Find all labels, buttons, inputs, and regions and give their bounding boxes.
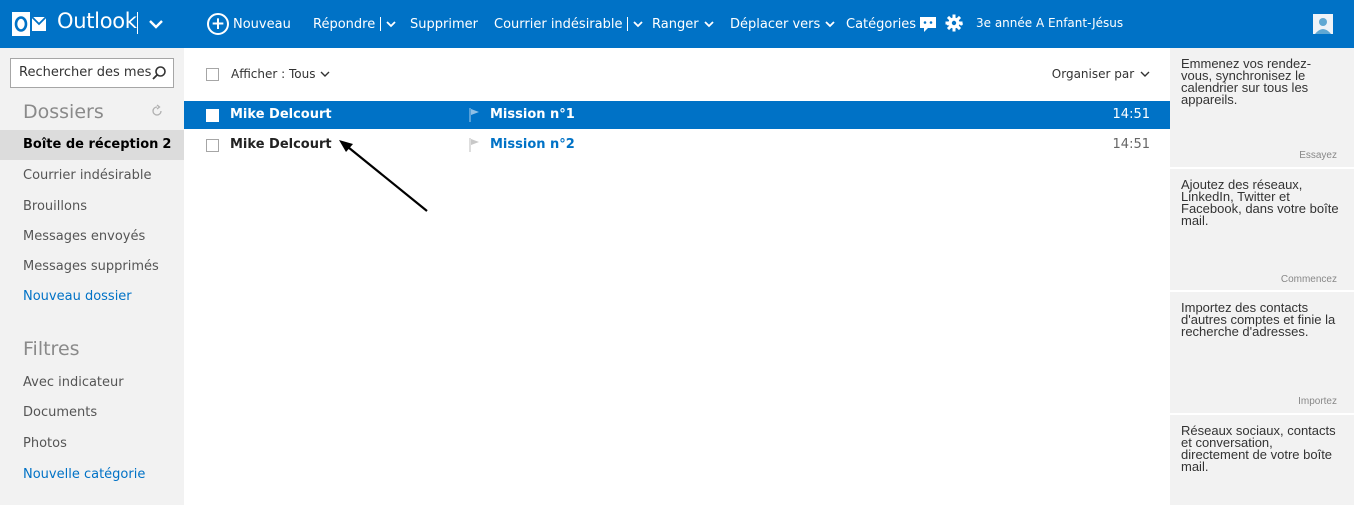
reply-separator bbox=[380, 17, 382, 31]
ad-card: Réseaux sociaux, contacts et conversatio… bbox=[1170, 415, 1354, 505]
sweep-button[interactable]: Ranger bbox=[652, 0, 714, 48]
filter-flagged[interactable]: Avec indicateur bbox=[0, 368, 184, 398]
new-folder-label: Nouveau dossier bbox=[23, 289, 132, 304]
folder-inbox[interactable]: Boîte de réception 2 bbox=[0, 130, 184, 160]
flag-icon[interactable] bbox=[468, 137, 482, 153]
message-checkbox[interactable] bbox=[206, 109, 219, 122]
filters-heading: Filtres bbox=[23, 338, 80, 360]
ad-card: Ajoutez des réseaux, LinkedIn, Twitter e… bbox=[1170, 169, 1354, 288]
avatar-icon[interactable] bbox=[1313, 14, 1333, 34]
message-sender: Mike Delcourt bbox=[230, 137, 332, 152]
ad-text: Emmenez vos rendez-vous, synchronisez le… bbox=[1181, 56, 1312, 107]
junk-button[interactable]: Courrier indésirable bbox=[494, 0, 644, 48]
search-placeholder: Rechercher des mes bbox=[19, 65, 152, 80]
folder-drafts[interactable]: Brouillons bbox=[0, 192, 184, 222]
refresh-icon[interactable] bbox=[150, 104, 164, 118]
search-icon[interactable] bbox=[151, 65, 167, 81]
organize-label: Organiser par bbox=[1051, 67, 1135, 81]
app-name: Outlook bbox=[57, 9, 137, 33]
chevron-down-icon bbox=[703, 21, 714, 28]
plus-circle-icon: + bbox=[207, 13, 229, 35]
delete-button[interactable]: Supprimer bbox=[410, 0, 478, 48]
ad-pane: Emmenez vos rendez-vous, synchronisez le… bbox=[1170, 48, 1354, 505]
message-sender: Mike Delcourt bbox=[230, 107, 332, 122]
message-checkbox[interactable] bbox=[206, 139, 219, 152]
delete-label: Supprimer bbox=[410, 16, 478, 32]
ad-link[interactable]: Essayez bbox=[1299, 150, 1337, 161]
filter-documents[interactable]: Documents bbox=[0, 398, 184, 428]
brand-separator bbox=[137, 12, 138, 34]
chevron-down-icon[interactable] bbox=[145, 13, 167, 35]
settings-gear-icon[interactable] bbox=[945, 14, 963, 32]
folder-sidebar: Rechercher des mes Dossiers Boîte de réc… bbox=[0, 48, 184, 505]
new-folder-link[interactable]: Nouveau dossier bbox=[0, 282, 184, 312]
filter-label: Photos bbox=[23, 436, 67, 451]
folder-sent[interactable]: Messages envoyés bbox=[0, 222, 184, 252]
folder-label: Courrier indésirable bbox=[23, 168, 152, 183]
ad-card: Emmenez vos rendez-vous, synchronisez le… bbox=[1170, 48, 1354, 165]
ad-text: Ajoutez des réseaux, LinkedIn, Twitter e… bbox=[1181, 177, 1339, 228]
folders-heading: Dossiers bbox=[23, 101, 104, 123]
ad-text: Importez des contacts d'autres comptes e… bbox=[1181, 300, 1336, 339]
user-name[interactable]: 3e année A Enfant-Jésus bbox=[976, 16, 1123, 30]
message-row[interactable]: Mike Delcourt Mission n°2 14:51 bbox=[184, 131, 1170, 159]
flag-icon[interactable] bbox=[468, 107, 482, 123]
message-subject: Mission n°1 bbox=[490, 107, 575, 122]
new-category-link[interactable]: Nouvelle catégorie bbox=[0, 460, 184, 490]
filter-label: Afficher : Tous bbox=[231, 67, 316, 81]
outlook-logo-icon bbox=[12, 12, 46, 36]
sweep-label: Ranger bbox=[652, 16, 699, 32]
junk-label: Courrier indésirable bbox=[494, 16, 623, 32]
categories-label: Catégories bbox=[846, 16, 917, 32]
select-all-checkbox[interactable] bbox=[206, 67, 219, 81]
junk-separator bbox=[627, 17, 629, 31]
ad-text: Réseaux sociaux, contacts et conversatio… bbox=[1181, 423, 1336, 474]
ad-link[interactable]: Importez bbox=[1298, 396, 1337, 407]
ad-link[interactable]: Commencez bbox=[1281, 274, 1337, 285]
folder-label: Boîte de réception bbox=[23, 137, 159, 152]
chevron-down-icon[interactable] bbox=[633, 20, 644, 28]
filter-label: Avec indicateur bbox=[23, 375, 124, 390]
message-row[interactable]: Mike Delcourt Mission n°1 14:51 bbox=[184, 101, 1170, 129]
message-subject: Mission n°2 bbox=[490, 137, 575, 152]
chevron-down-icon bbox=[825, 21, 835, 28]
chevron-down-icon bbox=[1140, 71, 1150, 77]
new-label: Nouveau bbox=[233, 16, 291, 32]
chat-icon[interactable] bbox=[919, 15, 937, 33]
chevron-down-icon[interactable] bbox=[386, 20, 396, 28]
annotation-arrow-icon bbox=[339, 140, 428, 212]
folder-deleted[interactable]: Messages supprimés bbox=[0, 252, 184, 282]
folder-junk[interactable]: Courrier indésirable bbox=[0, 161, 184, 191]
list-header: Afficher : Tous Organiser par bbox=[184, 48, 1170, 98]
ad-card: Importez des contacts d'autres comptes e… bbox=[1170, 292, 1354, 411]
view-filter[interactable]: Afficher : Tous bbox=[206, 67, 330, 81]
folder-label: Brouillons bbox=[23, 199, 87, 214]
move-to-button[interactable]: Déplacer vers bbox=[730, 0, 835, 48]
brand-menu[interactable]: Outlook bbox=[0, 0, 184, 48]
move-to-label: Déplacer vers bbox=[730, 16, 821, 32]
search-input[interactable]: Rechercher des mes bbox=[10, 58, 174, 88]
message-time: 14:51 bbox=[1112, 137, 1150, 152]
new-category-label: Nouvelle catégorie bbox=[23, 467, 146, 482]
filter-label: Documents bbox=[23, 405, 98, 420]
folder-label: Messages envoyés bbox=[23, 229, 146, 244]
top-bar: Outlook + Nouveau Répondre Supprimer Cou… bbox=[0, 0, 1354, 48]
chevron-down-icon bbox=[320, 71, 329, 77]
message-time: 14:51 bbox=[1112, 107, 1150, 122]
reply-label: Répondre bbox=[313, 16, 376, 32]
unread-count: 2 bbox=[162, 137, 172, 152]
new-button[interactable]: + Nouveau bbox=[207, 0, 291, 48]
reply-button[interactable]: Répondre bbox=[313, 0, 396, 48]
filter-photos[interactable]: Photos bbox=[0, 429, 184, 459]
folder-label: Messages supprimés bbox=[23, 259, 159, 274]
organize-by-button[interactable]: Organiser par bbox=[1052, 67, 1150, 81]
